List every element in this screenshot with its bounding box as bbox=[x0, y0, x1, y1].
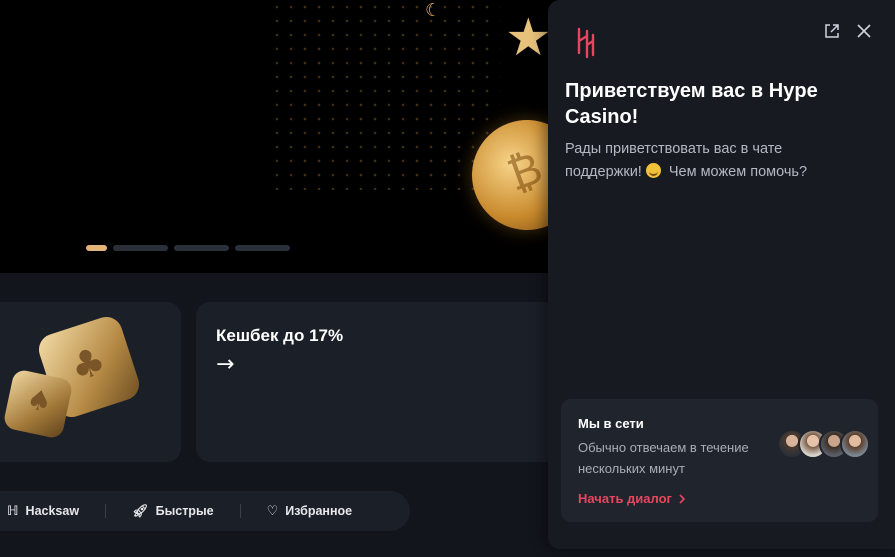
close-icon[interactable] bbox=[855, 22, 873, 40]
category-label: Быстрые bbox=[155, 504, 214, 518]
chat-header-actions bbox=[823, 22, 873, 40]
hype-logo-icon bbox=[577, 27, 595, 59]
promo-card-cashback[interactable]: Кешбек до 17% → bbox=[196, 302, 566, 462]
heart-icon: ♡ bbox=[266, 503, 279, 519]
status-text: Обычно отвечаем в течение нескольких мин… bbox=[578, 440, 749, 476]
welcome-message: Рады приветствовать вас в чате поддержки… bbox=[565, 138, 855, 184]
cashback-title: Кешбек до 17% bbox=[216, 326, 344, 345]
sparkle-background bbox=[270, 0, 500, 190]
smile-emoji-icon bbox=[645, 163, 661, 178]
rocket-icon: 🚀︎ bbox=[132, 503, 149, 519]
category-fast[interactable]: 🚀︎ Быстрые bbox=[106, 504, 240, 519]
chevron-right-icon bbox=[679, 493, 686, 504]
slider-pagination bbox=[86, 245, 290, 251]
popout-icon[interactable] bbox=[823, 22, 841, 40]
category-hacksaw[interactable]: ℍ Hacksaw bbox=[0, 504, 105, 519]
status-title: Мы в сети bbox=[578, 416, 644, 431]
hacksaw-icon: ℍ bbox=[7, 503, 19, 519]
category-label: Избранное bbox=[285, 504, 353, 518]
start-dialog-label: Начать диалог bbox=[578, 491, 672, 506]
category-label: Hacksaw bbox=[25, 504, 80, 518]
agent-avatars bbox=[777, 429, 870, 459]
avatar bbox=[840, 429, 870, 459]
category-favorites[interactable]: ♡ Избранное bbox=[241, 504, 379, 519]
category-bar: ℍ Hacksaw 🚀︎ Быстрые ♡ Избранное bbox=[0, 491, 410, 531]
online-status-card: Мы в сети Обычно отвечаем в течение неск… bbox=[561, 399, 878, 522]
star-decoration: ★ bbox=[505, 8, 552, 68]
slider-dot-2[interactable] bbox=[113, 245, 168, 251]
slider-dot-3[interactable] bbox=[174, 245, 229, 251]
promo-card-dice[interactable] bbox=[0, 302, 181, 462]
slider-dot-4[interactable] bbox=[235, 245, 290, 251]
start-dialog-link[interactable]: Начать диалог bbox=[578, 491, 686, 506]
welcome-title: Приветствуем вас в Hype Casino! bbox=[565, 80, 818, 128]
slider-dot-1[interactable] bbox=[86, 245, 107, 251]
arrow-right-icon[interactable]: → bbox=[216, 352, 234, 377]
moon-icon: ☾ bbox=[425, 0, 442, 21]
welcome-line-2: Чем можем помочь? bbox=[668, 164, 808, 180]
support-chat-panel: Приветствуем вас в Hype Casino! Рады при… bbox=[548, 0, 895, 549]
dice-image-small bbox=[2, 368, 74, 440]
